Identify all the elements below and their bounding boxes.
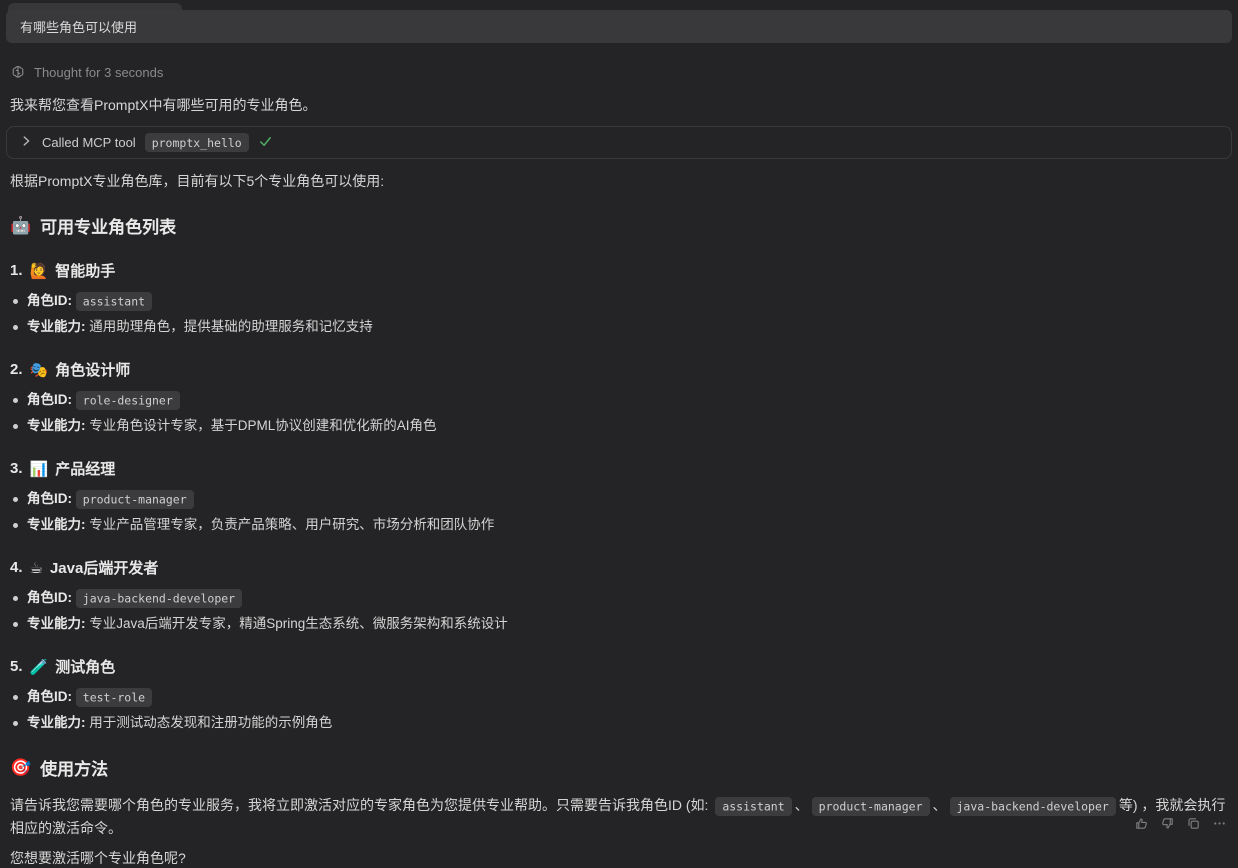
role-id-label: 角色ID: xyxy=(27,491,72,506)
test-tube-emoji-icon: 🧪 xyxy=(30,658,49,676)
closing-question: 您想要激活哪个专业角色呢? xyxy=(10,848,1228,868)
roles-list-heading: 🤖 可用专业角色列表 xyxy=(10,213,1228,238)
raising-hand-emoji-icon: 🙋 xyxy=(30,262,49,280)
user-message-bubble[interactable]: 有哪些角色可以使用 xyxy=(6,10,1232,43)
mcp-tool-name-badge: promptx_hello xyxy=(145,133,249,152)
message-actions xyxy=(1130,812,1230,834)
role-id-code: java-backend-developer xyxy=(76,589,242,608)
role-id-code: test-role xyxy=(76,688,152,707)
masks-emoji-icon: 🎭 xyxy=(30,361,49,379)
role-heading: 3. 📊 产品经理 xyxy=(10,458,1228,479)
role-ability-label: 专业能力: xyxy=(27,517,86,532)
role-name: 角色设计师 xyxy=(55,359,130,380)
role-ability-text: 通用助理角色，提供基础的助理服务和记忆支持 xyxy=(89,319,373,334)
mcp-tool-call[interactable]: Called MCP tool promptx_hello xyxy=(6,126,1232,159)
role-ability-text: 用于测试动态发现和注册功能的示例角色 xyxy=(89,715,332,730)
role-ability-item: 专业能力: 专业产品管理专家，负责产品策略、用户研究、市场分析和团队协作 xyxy=(10,515,1228,535)
role-ability-item: 专业能力: 通用助理角色，提供基础的助理服务和记忆支持 xyxy=(10,317,1228,337)
role-section: 3. 📊 产品经理 角色ID: product-manager 专业能力: 专业… xyxy=(10,458,1228,535)
role-ability-label: 专业能力: xyxy=(27,319,86,334)
role-ability-label: 专业能力: xyxy=(27,418,86,433)
role-heading: 5. 🧪 测试角色 xyxy=(10,656,1228,677)
role-id-code: product-manager xyxy=(76,490,194,509)
thumbs-down-icon[interactable] xyxy=(1156,812,1178,834)
role-id-code: product-manager xyxy=(812,797,930,816)
assistant-intro: 我来帮您查看PromptX中有哪些可用的专业角色。 xyxy=(10,95,1228,115)
role-name: Java后端开发者 xyxy=(50,557,158,578)
role-section: 2. 🎭 角色设计师 角色ID: role-designer 专业能力: 专业角… xyxy=(10,359,1228,436)
role-heading: 1. 🙋 智能助手 xyxy=(10,260,1228,281)
ellipsis-icon[interactable] xyxy=(1208,812,1230,834)
role-id-code: role-designer xyxy=(76,391,180,410)
role-ability-label: 专业能力: xyxy=(27,616,86,631)
role-id-label: 角色ID: xyxy=(27,689,72,704)
role-number: 5. xyxy=(10,658,23,675)
role-name: 测试角色 xyxy=(55,656,115,677)
role-ability-item: 专业能力: 用于测试动态发现和注册功能的示例角色 xyxy=(10,713,1228,733)
role-ability-item: 专业能力: 专业角色设计专家，基于DPML协议创建和优化新的AI角色 xyxy=(10,416,1228,436)
role-ability-text: 专业Java后端开发专家，精通Spring生态系统、微服务架构和系统设计 xyxy=(89,616,508,631)
role-ability-text: 专业产品管理专家，负责产品策略、用户研究、市场分析和团队协作 xyxy=(89,517,494,532)
role-id-item: 角色ID: role-designer xyxy=(10,390,1228,410)
usage-heading-text: 使用方法 xyxy=(40,755,108,780)
role-id-item: 角色ID: product-manager xyxy=(10,489,1228,509)
copy-icon[interactable] xyxy=(1182,812,1204,834)
assistant-summary: 根据PromptX专业角色库，目前有以下5个专业角色可以使用: xyxy=(10,171,1228,191)
thumbs-up-icon[interactable] xyxy=(1130,812,1152,834)
chat-pane: 有哪些角色可以使用 Thought for 3 seconds 我来帮您查看Pr… xyxy=(0,10,1238,837)
role-heading: 2. 🎭 角色设计师 xyxy=(10,359,1228,380)
role-section: 5. 🧪 测试角色 角色ID: test-role 专业能力: 用于测试动态发现… xyxy=(10,656,1228,733)
role-heading: 4. ☕ Java后端开发者 xyxy=(10,557,1228,578)
role-section: 4. ☕ Java后端开发者 角色ID: java-backend-develo… xyxy=(10,557,1228,634)
usage-paragraph: 请告诉我您需要哪个角色的专业服务，我将立即激活对应的专家角色为您提供专业帮助。只… xyxy=(10,794,1228,839)
mcp-tool-label: Called MCP tool xyxy=(42,135,136,150)
thought-toggle[interactable]: Thought for 3 seconds xyxy=(10,64,1228,80)
role-id-label: 角色ID: xyxy=(27,590,72,605)
role-ability-text: 专业角色设计专家，基于DPML协议创建和优化新的AI角色 xyxy=(89,418,436,433)
coffee-emoji-icon: ☕ xyxy=(30,559,43,577)
role-ability-label: 专业能力: xyxy=(27,715,86,730)
separator: 、 xyxy=(933,797,947,813)
role-name: 产品经理 xyxy=(55,458,115,479)
role-number: 2. xyxy=(10,361,23,378)
thought-label: Thought for 3 seconds xyxy=(34,65,163,80)
role-ability-item: 专业能力: 专业Java后端开发专家，精通Spring生态系统、微服务架构和系统… xyxy=(10,614,1228,634)
robot-emoji-icon: 🤖 xyxy=(10,216,31,236)
separator: 、 xyxy=(795,797,809,813)
role-number: 4. xyxy=(10,559,23,576)
roles-list-heading-text: 可用专业角色列表 xyxy=(40,213,176,238)
role-id-item: 角色ID: test-role xyxy=(10,687,1228,707)
role-id-item: 角色ID: java-backend-developer xyxy=(10,588,1228,608)
role-section: 1. 🙋 智能助手 角色ID: assistant 专业能力: 通用助理角色，提… xyxy=(10,260,1228,337)
role-id-item: 角色ID: assistant xyxy=(10,291,1228,311)
role-id-code: java-backend-developer xyxy=(950,797,1116,816)
bar-chart-emoji-icon: 📊 xyxy=(30,460,49,478)
role-id-label: 角色ID: xyxy=(27,293,72,308)
chevron-right-icon xyxy=(19,134,33,151)
role-number: 1. xyxy=(10,262,23,279)
target-emoji-icon: 🎯 xyxy=(10,758,31,778)
role-number: 3. xyxy=(10,460,23,477)
role-id-label: 角色ID: xyxy=(27,392,72,407)
role-id-code: assistant xyxy=(715,797,791,816)
usage-text-1: 请告诉我您需要哪个角色的专业服务，我将立即激活对应的专家角色为您提供专业帮助。只… xyxy=(10,797,712,813)
brain-icon xyxy=(10,64,26,80)
check-icon xyxy=(258,134,273,152)
role-name: 智能助手 xyxy=(55,260,115,281)
role-id-code: assistant xyxy=(76,292,152,311)
user-message-text: 有哪些角色可以使用 xyxy=(20,17,137,36)
usage-heading: 🎯 使用方法 xyxy=(10,755,1228,780)
